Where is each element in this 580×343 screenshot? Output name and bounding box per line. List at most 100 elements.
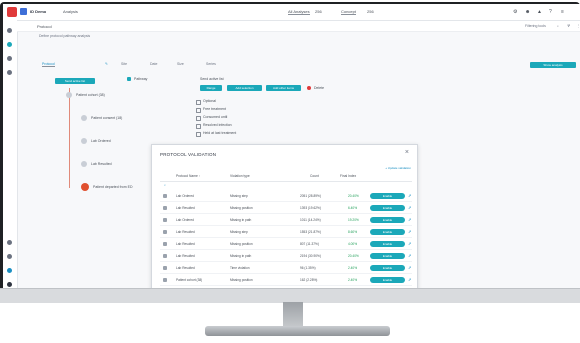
nav-analysis-icon[interactable]	[7, 42, 12, 47]
col-count[interactable]: Count	[310, 174, 319, 178]
app-name[interactable]: ID Demo	[30, 9, 46, 14]
bell-icon[interactable]: ▲	[537, 9, 542, 15]
col-protocol-name[interactable]: Protocol Name ↑	[176, 174, 200, 178]
open-arrow-icon[interactable]: ⇗	[408, 277, 411, 282]
tree-node-5[interactable]	[81, 183, 89, 191]
filtering-tools-label[interactable]: Filtering tools	[525, 24, 546, 28]
table-search-row[interactable]: ⌕	[160, 183, 412, 189]
count-cell: 2051 (28.89%)	[300, 194, 321, 198]
menu-icon[interactable]: ≡	[561, 9, 564, 15]
tree-node-3-label[interactable]: Lab Ordered	[91, 139, 111, 143]
final-index-cell: 20.40%	[348, 254, 359, 258]
final-index-cell: 2.40%	[348, 278, 358, 282]
tab-all-analyses[interactable]: All Analyses	[288, 9, 310, 15]
show-analysis-button[interactable]: Show analysis	[530, 62, 576, 68]
open-arrow-icon[interactable]: ⇗	[408, 241, 411, 246]
nav-user-icon[interactable]	[7, 282, 12, 287]
check-held[interactable]	[196, 132, 201, 137]
tree-node-2[interactable]	[81, 115, 87, 121]
col-final-index[interactable]: Final Index	[340, 174, 356, 178]
enable-button[interactable]: Enable	[370, 241, 405, 247]
update-validation-link[interactable]: + Update validation	[385, 166, 411, 170]
date-filter[interactable]: Date	[150, 62, 157, 66]
open-arrow-icon[interactable]: ⇗	[408, 229, 411, 234]
tree-node-3[interactable]	[81, 138, 87, 144]
open-arrow-icon[interactable]: ⇗	[408, 193, 411, 198]
site-filter[interactable]: Site	[121, 62, 127, 66]
table-row[interactable]: Lab Ordered Missing step 2051 (28.89%) 20.4…	[160, 191, 412, 202]
protocol-name-cell: Lab Resulted	[176, 242, 195, 246]
pathway-dropdown[interactable]: Pathway	[134, 77, 147, 81]
search-icon[interactable]: ⌕	[164, 183, 166, 187]
series-filter[interactable]: Series	[206, 62, 216, 66]
table-row[interactable]: Lab Resulted Time violation 96 (1.35%) 2.40…	[160, 263, 412, 274]
help-icon[interactable]: ?	[549, 9, 552, 15]
table-row[interactable]: Lab Ordered Missing in path 1011 (14.24%) 1…	[160, 215, 412, 226]
violation-type-cell: Missing step	[230, 194, 248, 198]
tree-node-4-label[interactable]: Lab Resulted	[91, 162, 112, 166]
nav-pin-icon[interactable]	[7, 240, 12, 245]
check-consumed[interactable]	[196, 116, 201, 121]
enable-button[interactable]: Enable	[370, 229, 405, 235]
monitor: ID Demo Analysis All Analyses 256 Concep…	[0, 0, 580, 343]
table-row[interactable]: Lab Resulted Missing in path 2194 (30.90%)…	[160, 251, 412, 262]
violation-type-cell: Missing position	[230, 242, 253, 246]
grid-icon[interactable]	[20, 8, 27, 15]
enable-button[interactable]: Enable	[370, 265, 405, 271]
tree-node-4[interactable]	[81, 161, 87, 167]
delete-label[interactable]: Delete	[314, 86, 324, 90]
tree-node-1[interactable]	[66, 92, 72, 98]
protocol-icon	[163, 206, 167, 210]
tab-concept[interactable]: Concept	[341, 9, 356, 15]
open-arrow-icon[interactable]: ⇗	[408, 205, 411, 210]
enable-button[interactable]: Enable	[370, 277, 405, 283]
nav-settings-icon[interactable]	[7, 254, 12, 259]
open-arrow-icon[interactable]: ⇗	[408, 265, 411, 270]
tree-node-5-label[interactable]: Patient departed from ED	[93, 185, 133, 189]
check-optional[interactable]	[196, 100, 201, 105]
table-row[interactable]: Lab Resulted Missing position 807 (11.37%)…	[160, 239, 412, 250]
enable-button[interactable]: Enable	[370, 193, 405, 199]
size-filter[interactable]: Size	[177, 62, 184, 66]
nav-help-icon[interactable]	[7, 268, 12, 273]
delete-icon[interactable]	[307, 86, 311, 90]
enable-button[interactable]: Enable	[370, 217, 405, 223]
check-consumed-label: Consumed until	[203, 115, 228, 119]
sub-bar: Protocol Filtering tools ⌕ ⧩ ⋮	[17, 21, 580, 32]
violation-type-cell: Missing step	[230, 230, 248, 234]
open-arrow-icon[interactable]: ⇗	[408, 217, 411, 222]
table-row[interactable]: Lab Resulted Missing step 1553 (21.87%) 8.6…	[160, 227, 412, 238]
check-resolved[interactable]	[196, 124, 201, 129]
final-index-cell: 6.40%	[348, 206, 358, 210]
tree-node-2-label[interactable]: Patient consent (18)	[91, 116, 122, 120]
check-resolved-label: Resolved infection	[203, 123, 232, 127]
user-icon[interactable]: ☻	[525, 9, 530, 15]
nav-reports-icon[interactable]	[7, 70, 12, 75]
add-selection-button[interactable]: Add selection	[227, 85, 262, 91]
enable-button[interactable]: Enable	[370, 205, 405, 211]
edit-icon[interactable]: ✎	[105, 62, 108, 66]
table-row[interactable]: Lab Resulted Missing position 1393 (19.62%…	[160, 203, 412, 214]
protocol-icon	[163, 266, 167, 270]
range-button[interactable]: Range	[200, 85, 222, 91]
monitor-chin	[0, 288, 580, 303]
tree-root-button[interactable]: Send active list	[55, 78, 95, 84]
analysis-menu[interactable]: Analysis	[63, 9, 78, 14]
protocol-selector[interactable]: Protocol	[37, 24, 52, 29]
settings-icon[interactable]: ⚙	[513, 9, 517, 15]
tree-node-1-label[interactable]: Patient cohort (38)	[76, 93, 105, 97]
enable-button[interactable]: Enable	[370, 253, 405, 259]
nav-data-icon[interactable]	[7, 56, 12, 61]
table-row[interactable]: Patient cohort (38) Missing position 162 (…	[160, 275, 412, 286]
protocol-filter[interactable]: Protocol	[42, 62, 55, 67]
search-icon[interactable]: ⌕	[557, 24, 559, 28]
filter-icon[interactable]: ⧩	[567, 24, 570, 28]
check-free-treatment[interactable]	[196, 108, 201, 113]
monitor-stand-neck	[283, 302, 303, 328]
protocol-icon	[163, 254, 167, 258]
col-violation-type[interactable]: Violation type	[230, 174, 250, 178]
add-other-items-button[interactable]: Add other items	[266, 85, 301, 91]
close-icon[interactable]: ×	[405, 149, 409, 156]
open-arrow-icon[interactable]: ⇗	[408, 253, 411, 258]
nav-home-icon[interactable]	[7, 28, 12, 33]
